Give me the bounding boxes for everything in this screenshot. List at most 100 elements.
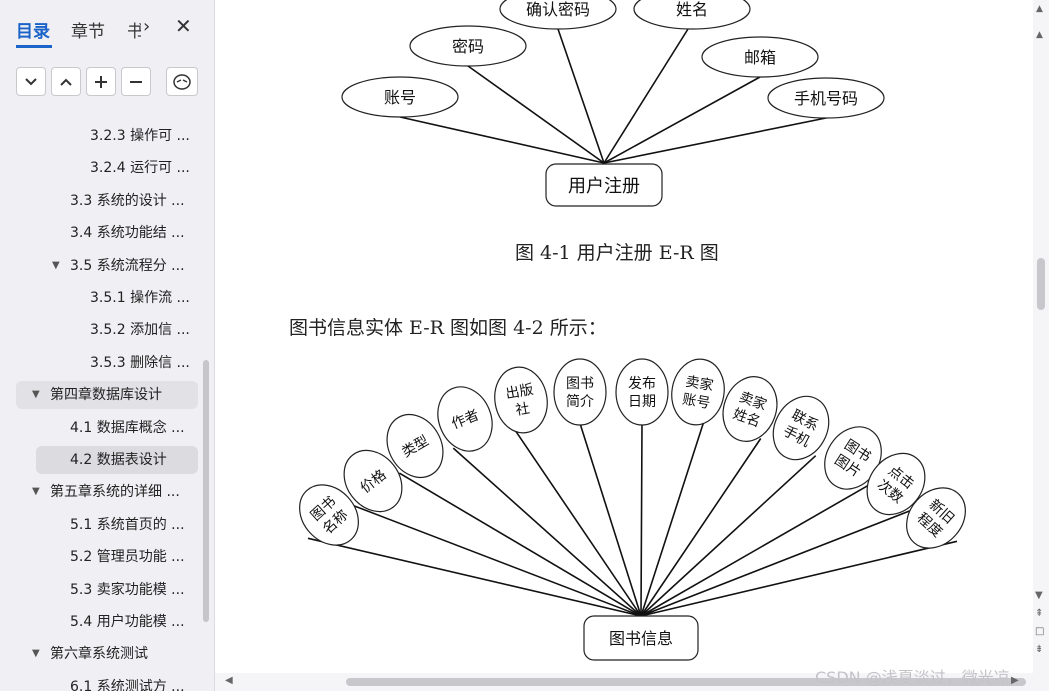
toc-item-label: 3.5.3 删除信 ...	[90, 354, 190, 371]
toc-item-label: 3.2.3 操作可 ...	[90, 128, 190, 144]
toc-item[interactable]: 5.1 系统首页的 ...	[0, 511, 205, 539]
connector-line	[640, 540, 958, 617]
toc-item-label: 第六章系统测试	[50, 646, 148, 663]
toc-item[interactable]: 3.5.3 删除信 ...	[0, 349, 205, 377]
chevron-down-icon	[25, 77, 37, 85]
toc-item[interactable]: 5.4 用户功能模 ...	[0, 608, 205, 636]
sidebar-tabs: 目录 章节 书 › ✕	[0, 0, 214, 56]
collapse-all-button[interactable]	[121, 67, 151, 96]
toc-item[interactable]: 5.3 卖家功能模 ...	[0, 576, 205, 604]
connector-line	[603, 117, 827, 164]
expand-arrow-icon[interactable]: ▼	[32, 640, 40, 668]
toc-item-label: 5.3 卖家功能模 ...	[70, 581, 185, 598]
toc-sidebar: 目录 章节 书 › ✕ 3.2.3 操作可 ... 3.2.4 运行可 ... 3.…	[0, 0, 215, 691]
toc-item-label: 3.2.4 运行可 ...	[90, 160, 190, 177]
connector-line	[557, 28, 605, 164]
attribute-node: 卖家账号	[671, 358, 725, 426]
toc-item[interactable]: ▼ 3.5 系统流程分 ...	[0, 252, 205, 280]
toc-settings-button[interactable]	[166, 67, 198, 96]
connector-line	[640, 483, 871, 617]
expand-arrow-icon[interactable]: ▼	[32, 478, 40, 506]
vertical-scrollbar[interactable]: ▲ ▲ ▼ ⇞ □ ⇟	[1033, 0, 1049, 673]
connector-line	[452, 447, 642, 617]
entity-label: 用户注册	[568, 176, 640, 197]
attribute-label: 邮箱	[744, 48, 776, 67]
toc-item[interactable]: ▼ 第六章系统测试	[0, 640, 205, 668]
watermark: CSDN @浅夏淡过，微光凉	[815, 668, 1010, 687]
toc-item[interactable]: 6.1 系统测试方 ...	[0, 673, 205, 691]
attribute-label: 密码	[452, 37, 484, 56]
connector-line	[398, 472, 642, 617]
toc-item-label: 5.2 管理员功能 ...	[70, 549, 185, 566]
tab-contents[interactable]: 目录	[16, 17, 50, 42]
expand-all-button[interactable]	[86, 67, 116, 96]
previous-page-icon[interactable]: ⇞	[1035, 608, 1043, 619]
vertical-scroll-thumb[interactable]	[1037, 258, 1045, 310]
connector-line	[579, 423, 642, 617]
active-tab-indicator	[16, 45, 52, 48]
toc-item-label: 4.1 数据库概念 ...	[70, 419, 185, 436]
figure-caption-4-1: 图 4-1 用户注册 E-R 图	[515, 242, 719, 264]
toc-item[interactable]: 5.2 管理员功能 ...	[0, 543, 205, 571]
collapse-down-button[interactable]	[16, 67, 46, 96]
entity-label: 图书信息	[609, 629, 673, 648]
body-paragraph: 图书信息实体 E-R 图如图 4-2 所示：	[289, 317, 607, 339]
expand-arrow-icon[interactable]: ▼	[32, 381, 40, 409]
toc-item-label: 3.3 系统的设计 ...	[70, 192, 185, 209]
toc-item-label: 6.1 系统测试方 ...	[70, 678, 185, 691]
toc-item-label: 3.5.1 操作流 ...	[90, 290, 190, 306]
toc-item[interactable]: 3.2.3 操作可 ...	[0, 122, 205, 150]
attribute-ellipse	[553, 358, 607, 426]
attribute-node: 发布日期	[615, 358, 669, 426]
tabs-scroll-right-icon[interactable]: ›	[143, 16, 150, 37]
attribute-ellipse	[494, 366, 548, 434]
attribute-node: 图书简介	[553, 358, 607, 426]
toc-item[interactable]: 3.5.1 操作流 ...	[0, 284, 205, 312]
plus-icon	[95, 75, 107, 88]
connector-line	[307, 537, 642, 617]
toc-item-label: 3.4 系统功能结 ...	[70, 225, 185, 242]
toc-item[interactable]: 3.5.2 添加信 ...	[0, 316, 205, 344]
attribute-label: 确认密码	[526, 0, 590, 19]
toc-item-label: 5.1 系统首页的 ...	[70, 516, 185, 533]
toc-item-label: 4.2 数据表设计	[70, 452, 167, 468]
connector-line	[640, 438, 762, 617]
expand-arrow-icon[interactable]: ▼	[52, 252, 60, 280]
connector-line	[603, 76, 761, 164]
connector-line	[640, 423, 643, 617]
toc-item-label: 3.5 系统流程分 ...	[70, 257, 185, 274]
toc-item-label: 第五章系统的详细 ...	[50, 484, 180, 501]
tab-chapters[interactable]: 章节	[71, 17, 105, 42]
minus-icon	[130, 80, 142, 83]
attribute-label: 账号	[384, 88, 416, 107]
document-view: 账号 密码 确认密码 姓名 邮箱 手机号码 用户注册 图书名称 价格 类型 作者 出版社 图书简介 发布日…	[215, 0, 1033, 673]
toc-item[interactable]: 4.2 数据表设计	[36, 446, 198, 474]
connector-line	[353, 504, 642, 617]
toc-item-label: 第四章数据库设计	[50, 387, 162, 404]
toc-item-label: 5.4 用户功能模 ...	[70, 614, 185, 630]
close-icon[interactable]: ✕	[175, 14, 192, 38]
toc-item[interactable]: ▼ 第五章系统的详细 ...	[0, 478, 205, 506]
tab-bookmarks[interactable]: 书	[127, 17, 141, 42]
next-page-icon[interactable]: ⇟	[1035, 644, 1043, 655]
toc-item-label: 3.5.2 添加信 ...	[90, 322, 190, 339]
scroll-left-arrow-icon[interactable]: ◀	[225, 675, 233, 686]
toc-item[interactable]: 3.4 系统功能结 ...	[0, 219, 205, 247]
connector-line	[603, 28, 689, 164]
toc-item[interactable]: 3.2.4 运行可 ...	[0, 154, 205, 182]
attribute-ellipse	[615, 358, 669, 426]
toc-item[interactable]: ▼ 第四章数据库设计	[16, 381, 198, 410]
scroll-top-icon[interactable]: ▲	[1036, 30, 1043, 40]
connector-line	[514, 430, 642, 617]
scroll-right-arrow-icon[interactable]: ▶	[1011, 675, 1019, 686]
chevron-up-icon	[60, 78, 72, 86]
connector-line	[399, 116, 605, 164]
attribute-node: 出版社	[494, 366, 548, 434]
toc-item[interactable]: 4.1 数据库概念 ...	[0, 414, 205, 442]
toc-item[interactable]: 3.3 系统的设计 ...	[0, 187, 205, 215]
scroll-up-arrow-icon[interactable]: ▲	[1036, 4, 1043, 14]
collapse-up-button[interactable]	[51, 67, 81, 96]
scroll-down-arrow-icon[interactable]: ▼	[1035, 590, 1043, 601]
page-select-icon[interactable]: □	[1035, 626, 1044, 637]
sidebar-scrollbar[interactable]	[203, 360, 209, 622]
